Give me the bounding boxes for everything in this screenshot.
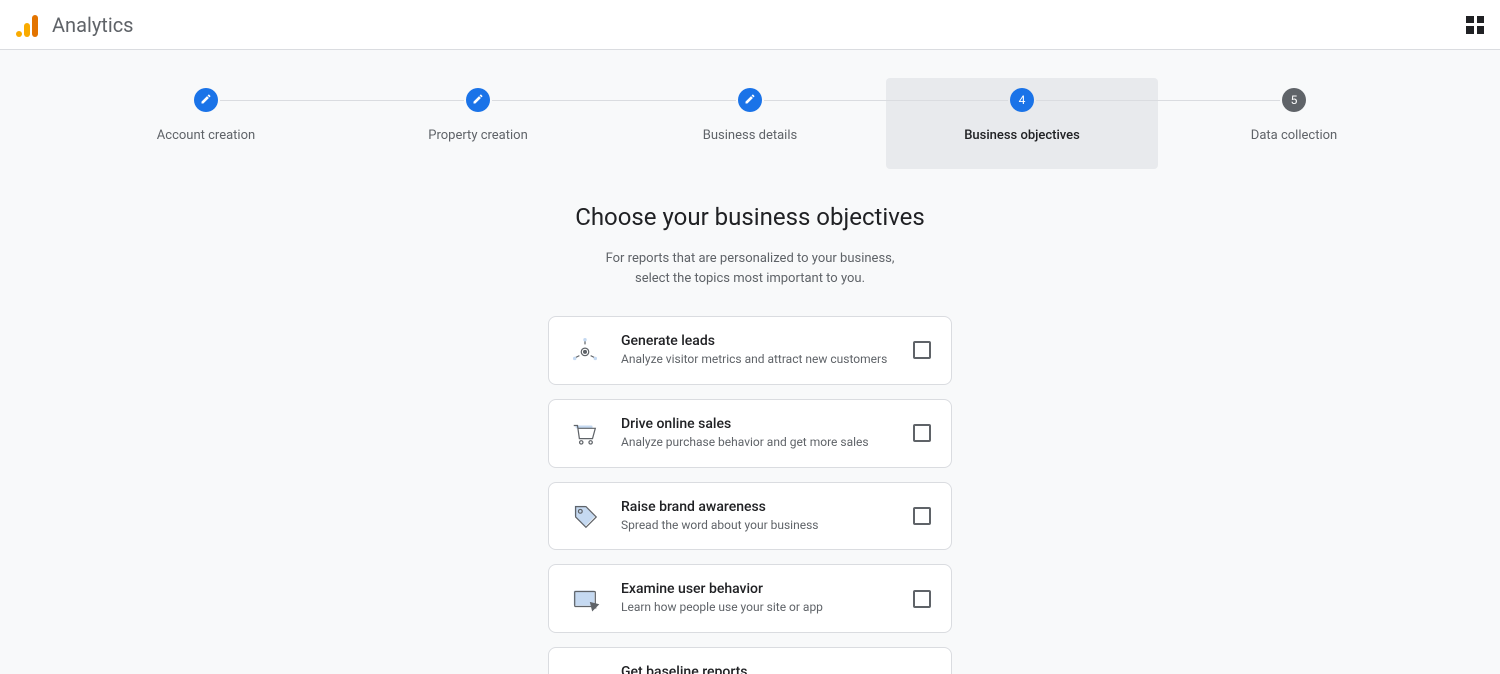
- objective-desc: Spread the word about your business: [621, 517, 893, 534]
- analytics-logo-icon: [16, 13, 40, 37]
- objective-card-drive-online-sales[interactable]: Drive online sales Analyze purchase beha…: [548, 399, 952, 468]
- google-apps-icon[interactable]: [1466, 16, 1484, 34]
- app-header: Analytics: [0, 0, 1500, 50]
- objective-desc: Learn how people use your site or app: [621, 599, 893, 616]
- objective-cards: Generate leads Analyze visitor metrics a…: [0, 316, 1500, 674]
- objective-card-get-baseline-reports[interactable]: Get baseline reports Multiple types of r…: [548, 647, 952, 674]
- objective-title: Drive online sales: [621, 416, 893, 432]
- pencil-icon: [200, 93, 212, 108]
- objective-card-raise-brand-awareness[interactable]: Raise brand awareness Spread the word ab…: [548, 482, 952, 551]
- step-label: Data collection: [1158, 128, 1430, 143]
- step-account-creation[interactable]: Account creation: [70, 78, 342, 169]
- objective-checkbox[interactable]: [913, 507, 931, 525]
- page-subtitle: For reports that are personalized to you…: [570, 249, 930, 288]
- objective-card-generate-leads[interactable]: Generate leads Analyze visitor metrics a…: [548, 316, 952, 385]
- step-label: Business details: [614, 128, 886, 143]
- step-label: Property creation: [342, 128, 614, 143]
- step-badge-done: [738, 88, 762, 112]
- logo-wrap: Analytics: [16, 13, 134, 37]
- step-data-collection: 5 Data collection: [1158, 78, 1430, 169]
- objective-title: Generate leads: [621, 333, 893, 349]
- pencil-icon: [744, 93, 756, 108]
- step-badge-done: [466, 88, 490, 112]
- objective-title: Examine user behavior: [621, 581, 893, 597]
- cart-icon: [569, 417, 601, 449]
- pencil-icon: [472, 93, 484, 108]
- step-number: 4: [1019, 93, 1026, 107]
- product-name: Analytics: [52, 13, 134, 37]
- step-number: 5: [1291, 93, 1298, 107]
- objective-checkbox[interactable]: [913, 341, 931, 359]
- setup-stepper: Account creation Property creation Busin…: [0, 50, 1500, 169]
- step-badge-pending: 5: [1282, 88, 1306, 112]
- step-label: Account creation: [70, 128, 342, 143]
- objective-checkbox[interactable]: [913, 424, 931, 442]
- step-business-details[interactable]: Business details: [614, 78, 886, 169]
- step-business-objectives[interactable]: 4 Business objectives: [886, 78, 1158, 169]
- objective-title: Get baseline reports: [621, 664, 893, 674]
- page-title: Choose your business objectives: [0, 203, 1500, 231]
- objective-card-examine-user-behavior[interactable]: Examine user behavior Learn how people u…: [548, 564, 952, 633]
- tag-icon: [569, 500, 601, 532]
- step-label: Business objectives: [886, 128, 1158, 143]
- main-content: Choose your business objectives For repo…: [0, 203, 1500, 674]
- objective-desc: Analyze purchase behavior and get more s…: [621, 434, 893, 451]
- step-badge-done: [194, 88, 218, 112]
- step-badge-current: 4: [1010, 88, 1034, 112]
- step-property-creation[interactable]: Property creation: [342, 78, 614, 169]
- content-area: Account creation Property creation Busin…: [0, 50, 1500, 674]
- objective-title: Raise brand awareness: [621, 499, 893, 515]
- leads-icon: [569, 334, 601, 366]
- objective-desc: Analyze visitor metrics and attract new …: [621, 351, 893, 368]
- objective-checkbox[interactable]: [913, 590, 931, 608]
- screen-click-icon: [569, 583, 601, 615]
